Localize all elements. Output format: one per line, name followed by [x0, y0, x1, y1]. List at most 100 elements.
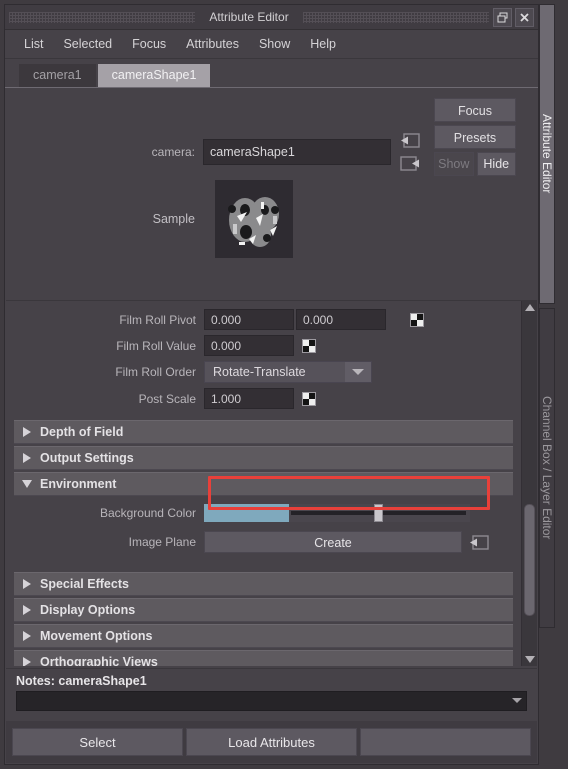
- section-special-effects[interactable]: Special Effects: [14, 572, 513, 596]
- slider-handle[interactable]: [374, 504, 384, 522]
- scroll-down-button[interactable]: [524, 653, 535, 666]
- notes-textarea[interactable]: [16, 691, 527, 711]
- image-plane-create-button[interactable]: Create: [204, 531, 462, 553]
- menu-item-selected[interactable]: Selected: [54, 34, 121, 54]
- section-orthographic-views-toggle[interactable]: [14, 657, 40, 666]
- chevron-right-icon: [23, 427, 31, 437]
- chevron-right-icon: [23, 579, 31, 589]
- notes-label: Notes:: [16, 674, 55, 688]
- notes-header: Notes: cameraShape1: [16, 674, 527, 688]
- attribute-scrollbar[interactable]: [521, 301, 537, 666]
- film-roll-pivot-label: Film Roll Pivot: [119, 312, 196, 327]
- background-color-slider[interactable]: [289, 504, 470, 522]
- background-color-swatch[interactable]: [204, 504, 289, 522]
- window-title-bar[interactable]: Attribute Editor: [5, 5, 538, 30]
- connection-buttons: [399, 132, 421, 172]
- film-roll-order-dropdown[interactable]: Rotate-Translate: [204, 361, 372, 383]
- section-display-options[interactable]: Display Options: [14, 598, 513, 622]
- section-output-settings-toggle[interactable]: [14, 453, 40, 463]
- select-button[interactable]: Select: [12, 728, 183, 756]
- film-roll-attributes-block: Film Roll Pivot 0.000 0.000 Film Roll Va…: [6, 301, 521, 418]
- chevron-down-icon: [22, 480, 32, 488]
- film-roll-pivot-x-input[interactable]: 0.000: [204, 309, 294, 330]
- image-plane-connection-icon[interactable]: [468, 534, 490, 551]
- section-special-effects-toggle[interactable]: [14, 579, 40, 589]
- sample-row: Sample: [5, 180, 538, 258]
- section-orthographic-views[interactable]: Orthographic Views: [14, 650, 513, 666]
- menu-item-list[interactable]: List: [15, 34, 52, 54]
- film-roll-order-arrow[interactable]: [345, 362, 371, 382]
- chevron-right-icon: [23, 453, 31, 463]
- right-tab-attribute-editor[interactable]: Attribute Editor: [539, 4, 555, 304]
- section-output-settings-label: Output Settings: [40, 451, 134, 465]
- scroll-up-button[interactable]: [524, 301, 535, 314]
- output-connection-icon[interactable]: [399, 155, 421, 172]
- section-environment-toggle[interactable]: [14, 480, 40, 488]
- chevron-down-icon[interactable]: [512, 698, 522, 703]
- image-plane-label: Image Plane: [128, 535, 196, 549]
- presets-button[interactable]: Presets: [434, 125, 516, 149]
- camera-name-input[interactable]: cameraShape1: [203, 139, 391, 165]
- chevron-right-icon: [23, 605, 31, 615]
- load-attributes-button[interactable]: Load Attributes: [186, 728, 357, 756]
- node-tab-camerashape1[interactable]: cameraShape1: [97, 64, 211, 87]
- section-special-effects-label: Special Effects: [40, 577, 129, 591]
- header-side-buttons: Focus Presets Show Hide: [434, 98, 516, 179]
- show-hide-group: Show Hide: [434, 152, 516, 176]
- show-button[interactable]: Show: [434, 152, 474, 176]
- close-window-button[interactable]: [515, 7, 534, 27]
- film-roll-value-label: Film Roll Value: [116, 338, 196, 353]
- film-roll-value-state-icon[interactable]: [302, 338, 316, 353]
- attribute-list: Film Roll Pivot 0.000 0.000 Film Roll Va…: [6, 301, 521, 666]
- section-orthographic-views-label: Orthographic Views: [40, 655, 158, 666]
- section-movement-options[interactable]: Movement Options: [14, 624, 513, 648]
- film-roll-pivot-row: Film Roll Pivot 0.000 0.000: [6, 309, 521, 330]
- node-tab-camera1[interactable]: camera1: [19, 64, 96, 87]
- hide-button[interactable]: Hide: [476, 152, 516, 176]
- film-roll-order-row: Film Roll Order Rotate-Translate: [6, 361, 521, 383]
- scroll-up-icon: [524, 304, 535, 311]
- attribute-editor-window: Attribute Editor List Selected Focus Att…: [4, 4, 539, 765]
- section-output-settings[interactable]: Output Settings: [14, 446, 513, 470]
- empty-button[interactable]: [360, 728, 531, 756]
- right-tab-attribute-editor-label: Attribute Editor: [540, 114, 554, 194]
- film-roll-pivot-y-input[interactable]: 0.000: [296, 309, 386, 330]
- node-header-form: Focus Presets Show Hide camera: cameraSh…: [5, 88, 538, 273]
- restore-window-button[interactable]: [493, 7, 512, 27]
- section-environment-label: Environment: [40, 477, 117, 491]
- menu-item-attributes[interactable]: Attributes: [177, 34, 248, 54]
- section-depth-of-field-toggle[interactable]: [14, 427, 40, 437]
- notes-node-name: cameraShape1: [58, 674, 147, 688]
- post-scale-state-icon[interactable]: [302, 391, 316, 406]
- film-roll-value-row: Film Roll Value 0.000: [6, 335, 521, 356]
- menu-item-show[interactable]: Show: [250, 34, 299, 54]
- film-roll-order-label: Film Roll Order: [115, 365, 196, 379]
- section-display-options-toggle[interactable]: [14, 605, 40, 615]
- film-roll-order-value: Rotate-Translate: [213, 365, 306, 379]
- attribute-scroll-region: Film Roll Pivot 0.000 0.000 Film Roll Va…: [6, 300, 537, 666]
- film-roll-value-input[interactable]: 0.000: [204, 335, 294, 356]
- focus-button[interactable]: Focus: [434, 98, 516, 122]
- window-title: Attribute Editor: [209, 10, 289, 24]
- node-tab-strip: camera1 cameraShape1: [5, 59, 538, 88]
- menu-item-focus[interactable]: Focus: [123, 34, 175, 54]
- menu-item-help[interactable]: Help: [301, 34, 345, 54]
- input-connection-icon[interactable]: [399, 132, 421, 149]
- title-grip-left: [9, 11, 196, 23]
- maya-attribute-editor-screen: Attribute Editor Channel Box / Layer Edi…: [0, 0, 568, 769]
- post-scale-input[interactable]: 1.000: [204, 388, 294, 409]
- sample-swatch[interactable]: [215, 180, 293, 258]
- background-color-control[interactable]: [204, 504, 470, 522]
- menu-bar: List Selected Focus Attributes Show Help: [5, 30, 538, 59]
- film-roll-pivot-state-icon[interactable]: [410, 312, 424, 327]
- section-depth-of-field[interactable]: Depth of Field: [14, 420, 513, 444]
- section-display-options-label: Display Options: [40, 603, 136, 617]
- scrollbar-thumb[interactable]: [524, 503, 535, 616]
- section-movement-options-toggle[interactable]: [14, 631, 40, 641]
- right-tab-channel-box-label: Channel Box / Layer Editor: [540, 396, 554, 540]
- scrollbar-track[interactable]: [522, 314, 537, 653]
- section-environment[interactable]: Environment: [14, 472, 513, 496]
- environment-body: Background Color Image Plane Create: [6, 496, 521, 564]
- right-tab-channel-box[interactable]: Channel Box / Layer Editor: [539, 308, 555, 628]
- background-color-row: Background Color: [6, 504, 521, 522]
